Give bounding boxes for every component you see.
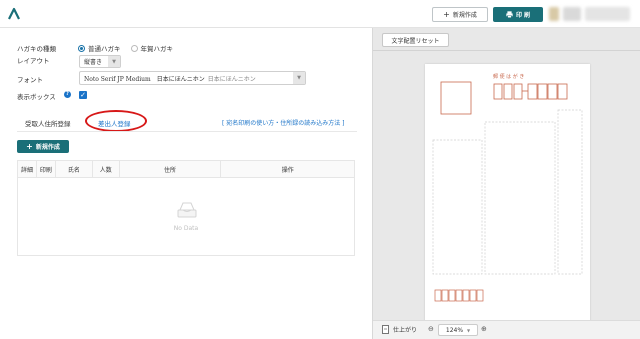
zoom-value: 124%: [445, 326, 464, 334]
layout-value: 縦書き: [84, 59, 103, 66]
user-avatar[interactable]: [549, 7, 559, 21]
font-select[interactable]: Noto Serif JP Medium 日本にほんニホン 日本にほんニホン ▼: [79, 71, 306, 85]
stamp-box: [440, 81, 472, 115]
column-header-detail: 詳細: [17, 160, 37, 178]
postcard-header-text: 郵 便 は が き: [493, 73, 524, 80]
new-document-label: 新規作成: [452, 12, 477, 19]
user-name-redacted: [563, 7, 581, 21]
reset-layout-button[interactable]: 文字配置リセット: [382, 33, 449, 47]
top-bar: + 新規作成 印 刷: [0, 0, 640, 28]
sender-postal-boxes: [434, 289, 484, 302]
recipient-name-box: [484, 121, 556, 275]
font-label: フォント: [17, 76, 43, 84]
annotation-circle: [85, 110, 147, 132]
empty-state: No Data: [17, 177, 355, 256]
sender-box: [432, 139, 483, 275]
chevron-down-icon: ▼: [108, 56, 120, 67]
layout-label: レイアウト: [17, 57, 50, 65]
zoom-select[interactable]: 124% ▼: [438, 324, 478, 336]
address-column-box: [557, 109, 583, 275]
column-header-print: 印刷: [35, 160, 56, 178]
radio-normal-label: 普通ハガキ: [88, 45, 121, 53]
postcard-type-label: ハガキの種類: [17, 45, 56, 53]
new-document-button[interactable]: + 新規作成: [432, 7, 488, 22]
tab-recipient[interactable]: 受取人住所登録: [25, 118, 71, 128]
layout-select[interactable]: 縦書き ▼: [79, 55, 121, 68]
radio-new-year-postcard[interactable]: [130, 44, 138, 52]
preview-panel: 文字配置リセット 郵 便 は が き 仕上がり ⊖ 124% ▼ ⊕: [372, 28, 640, 339]
column-header-name: 氏名: [54, 160, 93, 178]
display-box-row: 表示ボックス: [17, 91, 56, 101]
table-header-row: 詳細 印刷 氏名 人数 住所 操作: [17, 160, 355, 178]
empty-inbox-icon: [177, 202, 197, 218]
column-header-actions: 操作: [220, 160, 355, 178]
zoom-in-icon[interactable]: ⊕: [481, 325, 487, 333]
print-button[interactable]: 印 刷: [493, 7, 543, 22]
display-box-checkbox[interactable]: ✓: [79, 91, 87, 99]
preview-toolbar: 仕上がり ⊖ 124% ▼ ⊕: [373, 320, 640, 339]
page-icon: [382, 325, 389, 334]
account-info-redacted: [585, 7, 630, 21]
finish-view-toggle[interactable]: 仕上がり: [382, 325, 417, 334]
plus-icon: +: [443, 10, 450, 19]
address-table: 詳細 印刷 氏名 人数 住所 操作: [17, 160, 355, 178]
chevron-down-icon: ▼: [467, 327, 471, 333]
no-data-text: No Data: [173, 225, 199, 232]
radio-new-year-label: 年賀ハガキ: [140, 45, 174, 53]
add-address-button[interactable]: + 新規作成: [17, 140, 69, 153]
plus-icon: +: [26, 142, 33, 151]
help-icon[interactable]: ?: [64, 91, 71, 98]
postcard-layout: 郵 便 は が き: [432, 73, 583, 302]
finish-label: 仕上がり: [393, 327, 418, 334]
postcard-preview: 郵 便 は が き: [425, 64, 590, 338]
font-sample: 日本にほんニホン: [207, 75, 256, 83]
column-header-address: 住所: [118, 160, 222, 178]
print-label: 印 刷: [515, 12, 531, 19]
display-box-label: 表示ボックス: [17, 93, 56, 101]
zoom-out-icon[interactable]: ⊖: [428, 325, 434, 333]
postcard-type-row: ハガキの種類: [17, 43, 56, 53]
tab-divider: [17, 131, 357, 132]
printer-icon: [506, 11, 513, 18]
radio-normal-postcard[interactable]: [78, 44, 85, 52]
chevron-down-icon: ▼: [293, 72, 305, 84]
preview-divider: [373, 50, 640, 51]
add-address-label: 新規作成: [35, 144, 60, 151]
postcard-type-options: 普通ハガキ 年賀ハガキ: [78, 43, 173, 53]
help-link[interactable]: [ 宛名印刷の使い方・住所録の読み込み方法 ]: [222, 118, 345, 127]
font-row: フォント: [17, 74, 43, 84]
app-logo-icon[interactable]: [7, 7, 21, 21]
postal-code-boxes: [493, 83, 568, 100]
layout-row: レイアウト: [17, 55, 50, 65]
column-header-count: 人数: [91, 160, 120, 178]
font-value: Noto Serif JP Medium 日本にほんニホン: [84, 75, 205, 83]
